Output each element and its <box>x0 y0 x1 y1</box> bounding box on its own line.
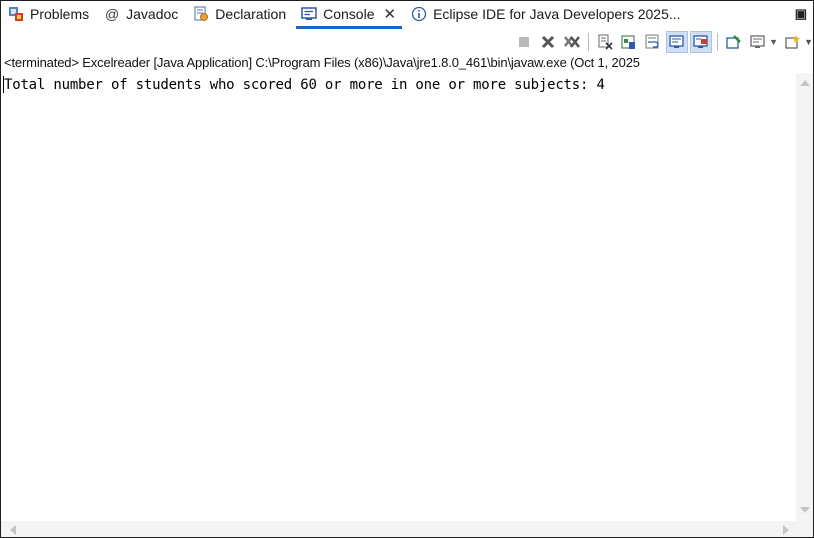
view-tab-bar: Problems @ Javadoc Declaration Console ✕… <box>1 1 813 29</box>
javadoc-at-icon: @ <box>105 6 120 22</box>
scroll-right-icon[interactable] <box>783 525 789 535</box>
tab-label: Problems <box>30 6 90 22</box>
scroll-up-icon[interactable] <box>800 80 810 86</box>
show-on-stdout-icon[interactable] <box>666 31 689 53</box>
console-output-area[interactable]: Total number of students who scored 60 o… <box>1 73 813 537</box>
tab-label: Declaration <box>215 6 287 22</box>
remove-launch-icon[interactable] <box>537 31 559 53</box>
tab-declaration[interactable]: Declaration <box>186 2 294 26</box>
pin-console-icon[interactable] <box>723 31 745 53</box>
horizontal-scrollbar[interactable] <box>1 521 813 537</box>
scroll-left-icon[interactable] <box>10 525 16 535</box>
tab-javadoc[interactable]: @ Javadoc <box>97 2 186 26</box>
tab-console[interactable]: Console ✕ <box>294 2 404 29</box>
console-view: Problems @ Javadoc Declaration Console ✕… <box>0 0 814 538</box>
launch-status-label: <terminated> Excelreader [Java Applicati… <box>4 55 640 70</box>
clear-console-icon[interactable] <box>594 31 616 53</box>
chevron-down-icon[interactable]: ▼ <box>769 37 778 47</box>
problems-icon <box>7 5 25 23</box>
console-icon <box>300 5 318 23</box>
chevron-down-icon[interactable]: ▼ <box>804 37 813 47</box>
tab-label: Javadoc <box>126 6 179 22</box>
tab-label: Console <box>323 6 375 22</box>
tab-label: Eclipse IDE for Java Developers 2025... <box>433 6 681 22</box>
show-on-stderr-icon[interactable] <box>690 31 713 53</box>
declaration-icon <box>192 5 210 23</box>
scroll-down-icon[interactable] <box>800 507 810 513</box>
terminate-icon[interactable] <box>513 31 535 53</box>
scroll-lock-icon[interactable] <box>618 31 640 53</box>
tab-eclipse-info[interactable]: Eclipse IDE for Java Developers 2025... <box>404 2 688 26</box>
vertical-scrollbar[interactable] <box>796 73 813 521</box>
remove-all-terminated-icon[interactable] <box>561 31 583 53</box>
restore-icon[interactable]: ▣ <box>795 6 807 22</box>
close-icon[interactable]: ✕ <box>384 5 397 23</box>
tab-problems[interactable]: Problems <box>1 2 97 26</box>
toolbar-separator <box>588 33 590 51</box>
info-icon <box>410 5 428 23</box>
toolbar-separator <box>717 33 719 51</box>
display-console-icon[interactable] <box>747 31 769 53</box>
open-console-icon[interactable] <box>782 31 804 53</box>
word-wrap-icon[interactable] <box>642 31 664 53</box>
console-output-line: Total number of students who scored 60 o… <box>4 77 605 93</box>
console-toolbar: ▼ ▼ <box>1 30 813 54</box>
